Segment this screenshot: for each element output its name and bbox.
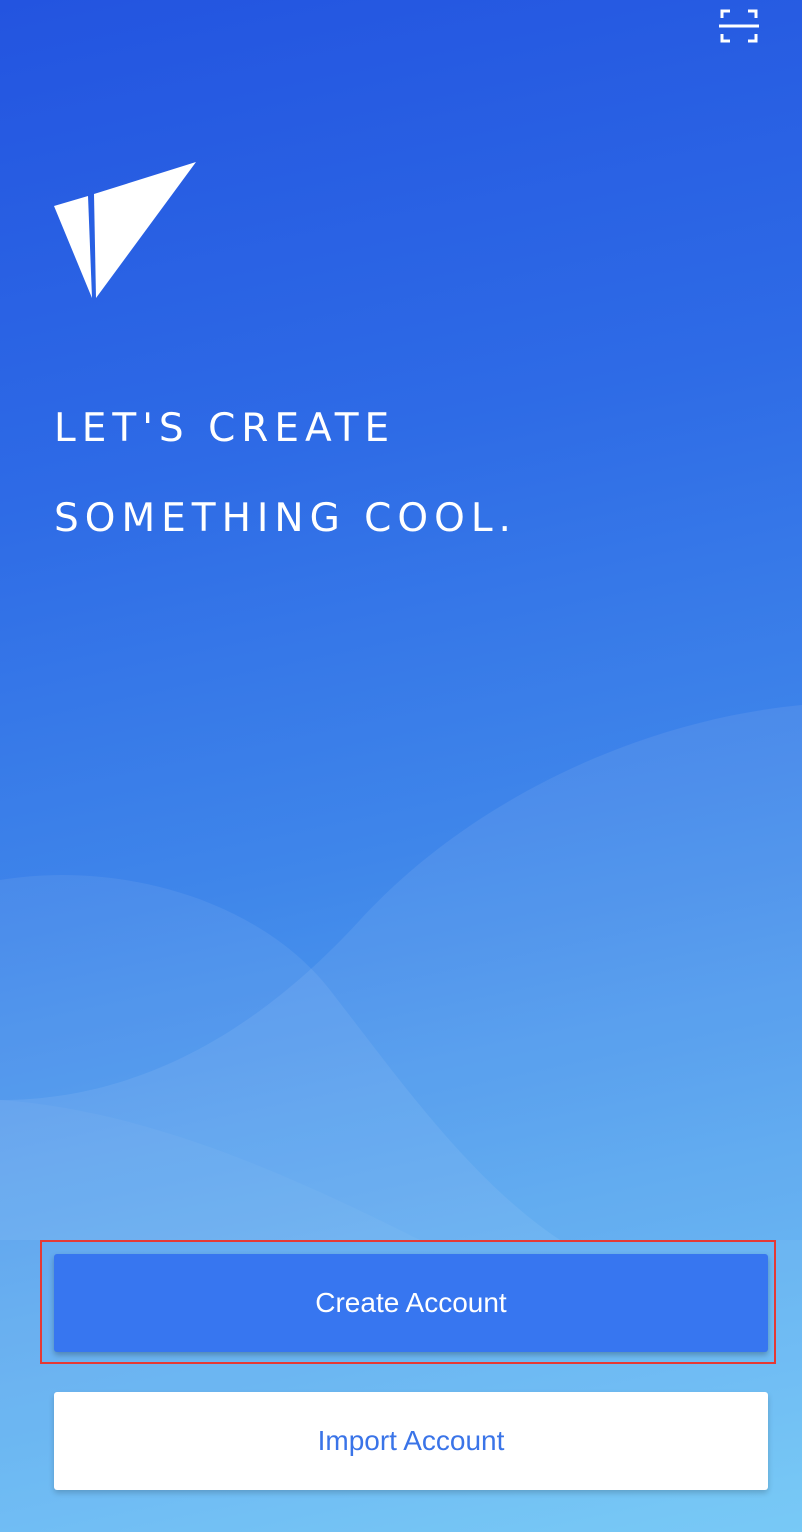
- hero-headline: LET'S CREATE SOMETHING COOL.: [54, 384, 774, 564]
- scan-qr-icon: [719, 9, 759, 43]
- scan-qr-button[interactable]: [718, 6, 760, 46]
- create-account-button[interactable]: Create Account: [54, 1254, 768, 1352]
- app-logo: [54, 162, 198, 302]
- welcome-screen: LET'S CREATE SOMETHING COOL. Create Acco…: [0, 0, 802, 1532]
- paper-plane-logo-icon: [54, 162, 196, 298]
- import-account-button[interactable]: Import Account: [54, 1392, 768, 1490]
- hero-line-2: SOMETHING COOL.: [54, 496, 517, 541]
- hero-line-1: LET'S CREATE: [54, 406, 396, 451]
